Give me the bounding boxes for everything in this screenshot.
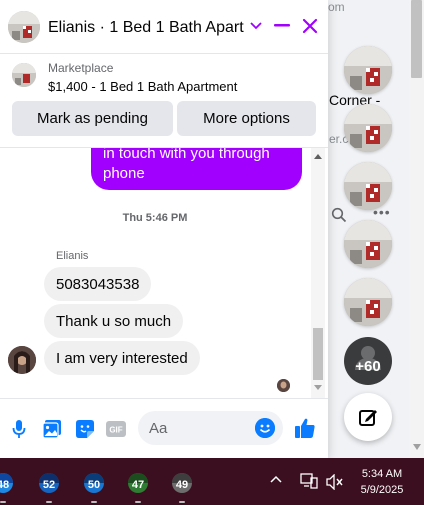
- taskbar-weather-app[interactable]: 49: [171, 472, 193, 503]
- chat-scrollbar-thumb[interactable]: [313, 328, 323, 380]
- listing-summary[interactable]: $1,400 - 1 Bed 1 Bath Apartment: [48, 79, 237, 94]
- clock-date: 5/9/2025: [360, 484, 404, 496]
- page-scrollbar[interactable]: [409, 0, 424, 458]
- outgoing-message-bubble[interactable]: in touch with you through phone: [91, 148, 302, 190]
- taskbar-app-count: 52: [42, 479, 56, 491]
- system-clock[interactable]: 5:34 AM 5/9/2025: [352, 466, 412, 498]
- incoming-message-bubble[interactable]: I am very interested: [44, 341, 200, 375]
- scroll-up-arrow-icon[interactable]: [314, 154, 322, 159]
- scroll-down-arrow-icon[interactable]: [314, 385, 322, 390]
- network-icon[interactable]: [300, 473, 318, 489]
- chat-head-avatar[interactable]: [344, 162, 392, 210]
- taskbar-weather-app[interactable]: 48: [0, 472, 14, 503]
- taskbar-app-count: 50: [87, 479, 101, 491]
- page-scrollbar-thumb[interactable]: [411, 0, 422, 78]
- seen-indicator-avatar: [277, 379, 290, 392]
- marketplace-listing-card: Marketplace $1,400 - 1 Bed 1 Bath Apartm…: [0, 54, 328, 148]
- sender-name: Elianis: [56, 250, 89, 262]
- message-timestamp: Thu 5:46 PM: [122, 212, 188, 224]
- taskbar-weather-app[interactable]: 50: [83, 472, 105, 503]
- incoming-message-bubble[interactable]: Thank u so much: [44, 304, 184, 338]
- taskbar-app-count: 49: [175, 479, 189, 491]
- mark-as-pending-button[interactable]: Mark as pending: [12, 101, 173, 136]
- show-hidden-icons-chevron-icon[interactable]: [270, 475, 282, 483]
- message-composer: GIF: [0, 398, 328, 458]
- chat-header[interactable]: Elianis · 1 Bed 1 Bath Apart...: [0, 0, 328, 54]
- minimize-icon[interactable]: [271, 15, 293, 37]
- chat-window: Elianis · 1 Bed 1 Bath Apart... Marketpl…: [0, 0, 328, 458]
- chat-head-avatar[interactable]: [344, 46, 392, 94]
- chat-head-avatar[interactable]: [344, 278, 392, 326]
- chat-head-avatar[interactable]: [344, 104, 392, 152]
- volume-muted-icon[interactable]: [326, 474, 344, 490]
- svg-text:GIF: GIF: [109, 426, 122, 435]
- chevron-down-icon[interactable]: [245, 15, 267, 37]
- microphone-icon[interactable]: [8, 418, 30, 440]
- contact-avatar[interactable]: [8, 11, 40, 43]
- gif-icon[interactable]: GIF: [105, 418, 127, 440]
- photo-icon[interactable]: [41, 418, 63, 440]
- incoming-message-bubble[interactable]: 5083043538: [44, 267, 152, 301]
- taskbar-app-count: 47: [131, 479, 145, 491]
- new-message-button[interactable]: [344, 393, 392, 441]
- more-chat-heads-button[interactable]: +60: [344, 337, 392, 385]
- chat-title[interactable]: Elianis · 1 Bed 1 Bath Apart...: [48, 19, 244, 37]
- emoji-icon[interactable]: [255, 418, 275, 438]
- like-icon[interactable]: [294, 417, 316, 439]
- clock-time: 5:34 AM: [361, 468, 403, 480]
- compose-icon: [359, 410, 377, 426]
- taskbar-weather-app[interactable]: 47: [127, 472, 149, 503]
- listing-source: Marketplace: [48, 61, 114, 75]
- taskbar-weather-app[interactable]: 52: [38, 472, 60, 503]
- sticker-icon[interactable]: [74, 418, 96, 440]
- taskbar-app-count: 48: [0, 479, 10, 491]
- chat-head-avatar[interactable]: [344, 220, 392, 268]
- chat-scrollbar[interactable]: [311, 148, 325, 398]
- close-icon[interactable]: [299, 15, 321, 37]
- search-icon[interactable]: [331, 207, 347, 223]
- listing-thumbnail[interactable]: [12, 63, 36, 87]
- scroll-down-arrow-icon[interactable]: [413, 444, 421, 450]
- more-options-button[interactable]: More options: [177, 101, 316, 136]
- outgoing-message-line: phone: [103, 165, 145, 182]
- outgoing-message-line: in touch with you through: [103, 148, 270, 162]
- message-thread[interactable]: in touch with you through phone Thu 5:46…: [0, 148, 328, 398]
- more-chat-heads-count: +60: [355, 358, 381, 375]
- sender-avatar[interactable]: [8, 346, 36, 374]
